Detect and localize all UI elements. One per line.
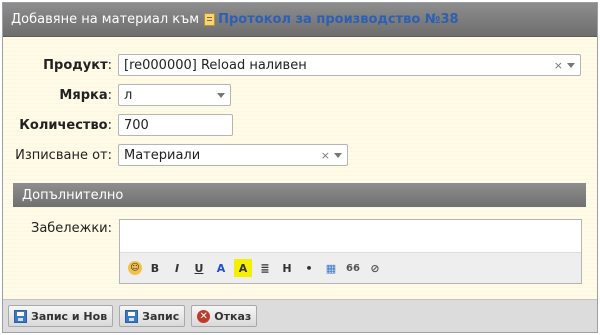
notes-label: Забележки: xyxy=(30,221,112,236)
save-icon xyxy=(125,309,139,323)
save-and-new-label: Запис и Нов xyxy=(31,309,108,323)
save-label: Запис xyxy=(142,309,180,323)
editor-toolbar: ☺ B I U A A ≣ H • ▦ 66 ⊘ xyxy=(120,253,581,283)
chevron-down-icon[interactable] xyxy=(217,92,225,98)
chevron-down-icon[interactable] xyxy=(334,152,342,158)
table-icon[interactable]: ▦ xyxy=(322,259,340,277)
highlight-button[interactable]: A xyxy=(234,259,252,277)
bold-button[interactable]: B xyxy=(146,259,164,277)
dialog-titlebar: Добавяне на материал към Протокол за про… xyxy=(3,3,597,37)
cancel-icon: ✕ xyxy=(197,309,211,323)
chevron-down-icon[interactable] xyxy=(567,62,575,68)
underline-button[interactable]: U xyxy=(190,259,208,277)
bullet-button[interactable]: • xyxy=(300,259,318,277)
heading-button[interactable]: H xyxy=(278,259,296,277)
add-material-dialog: Добавяне на материал към Протокол за про… xyxy=(2,2,598,333)
writeoff-row: Изписване от: Материали × xyxy=(3,144,348,166)
product-value: [re000000] Reload наливен xyxy=(124,57,307,73)
emoji-icon[interactable]: ☺ xyxy=(128,261,142,275)
unit-row: Мярка: л xyxy=(3,84,231,106)
product-select[interactable]: [re000000] Reload наливен × xyxy=(118,54,581,76)
align-icon[interactable]: ≣ xyxy=(256,259,274,277)
cancel-label: Отказ xyxy=(214,309,252,323)
quantity-row: Количество: 700 xyxy=(3,114,233,136)
quantity-value: 700 xyxy=(124,117,149,133)
writeoff-select[interactable]: Материали × xyxy=(118,144,348,166)
clear-icon[interactable]: × xyxy=(321,149,330,162)
quantity-input[interactable]: 700 xyxy=(118,114,233,136)
save-icon xyxy=(14,309,27,323)
product-label: Продукт: xyxy=(43,57,112,73)
dialog-footer: Запис и Нов Запис ✕ Отказ xyxy=(3,299,597,332)
save-button[interactable]: Запис xyxy=(119,305,186,327)
save-and-new-button[interactable]: Запис и Нов xyxy=(8,305,114,327)
notes-editor: ☺ B I U A A ≣ H • ▦ 66 ⊘ xyxy=(119,219,582,284)
product-row: Продукт: [re000000] Reload наливен × xyxy=(3,54,581,76)
italic-button[interactable]: I xyxy=(168,259,186,277)
unit-value: л xyxy=(124,87,133,103)
document-icon xyxy=(204,13,216,26)
additional-section-header[interactable]: Допълнително xyxy=(13,183,586,207)
attach-icon[interactable]: ⊘ xyxy=(366,259,384,277)
unit-select[interactable]: л xyxy=(118,84,231,106)
text-color-button[interactable]: A xyxy=(212,259,230,277)
protocol-link[interactable]: Протокол за производство №38 xyxy=(218,12,458,27)
cancel-button[interactable]: ✕ Отказ xyxy=(191,305,258,327)
writeoff-value: Материали xyxy=(124,147,201,163)
clear-icon[interactable]: × xyxy=(554,59,563,72)
quantity-label: Количество: xyxy=(19,117,112,133)
writeoff-label: Изписване от: xyxy=(15,147,112,163)
dialog-title-prefix: Добавяне на материал към xyxy=(11,12,200,27)
quote-icon[interactable]: 66 xyxy=(344,259,362,277)
notes-textarea[interactable] xyxy=(120,220,581,253)
unit-label: Мярка: xyxy=(59,87,112,103)
notes-row: Забележки: xyxy=(3,221,118,236)
